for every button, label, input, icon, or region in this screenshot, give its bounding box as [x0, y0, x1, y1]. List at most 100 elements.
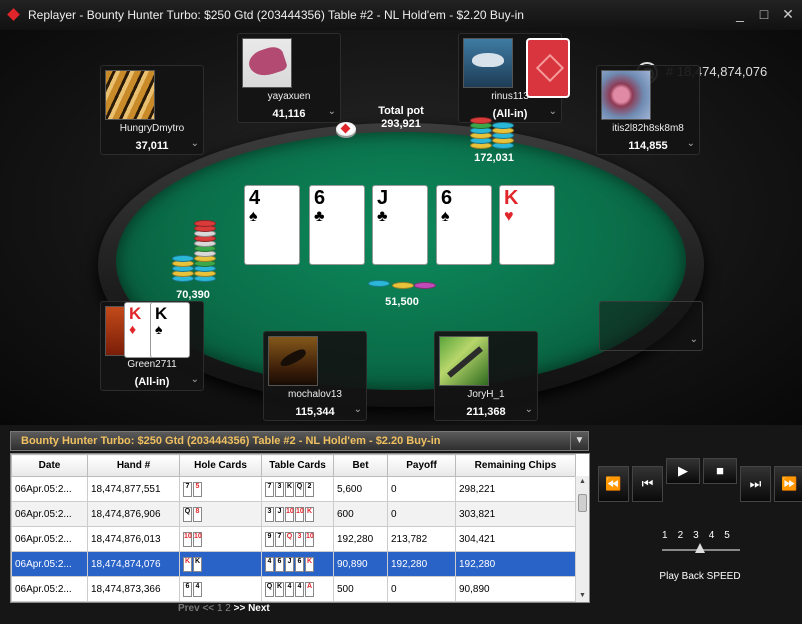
speed-tick: 5	[724, 530, 730, 541]
column-header[interactable]: Remaining Chips	[455, 454, 576, 477]
card-rank: K	[504, 187, 519, 209]
page-numbers[interactable]: 1 2	[217, 603, 231, 614]
dropdown-arrow-icon[interactable]: ▼	[570, 432, 588, 450]
mini-card: 5	[193, 481, 202, 497]
table-row[interactable]: 06Apr.05:2... 18,474,874,076 K K 4 6 J 6 K 90,890…	[11, 551, 576, 577]
rewind-button[interactable]: ⏪	[598, 466, 629, 502]
step-forward-button[interactable]: ⏭	[740, 466, 771, 502]
remaining-chips-cell: 298,221	[455, 476, 576, 502]
chip-icon	[470, 117, 492, 124]
board-card: 6 ♠	[436, 185, 492, 265]
close-button[interactable]: ✕	[780, 6, 796, 22]
fast-forward-button[interactable]: ⏩	[774, 466, 802, 502]
bet-cell: 90,890	[333, 551, 388, 577]
step-back-button[interactable]: ⏮	[632, 466, 663, 502]
player-stack: 41,116	[272, 108, 306, 120]
speed-slider-thumb[interactable]	[695, 543, 705, 553]
mini-card: 3	[295, 531, 304, 547]
total-pot: Total pot 293,921	[360, 105, 442, 131]
mini-card: 9	[265, 531, 274, 547]
player-name: yayaxuen	[267, 91, 311, 102]
mini-card: 4	[193, 581, 202, 597]
hole-cards-cell: 64	[179, 576, 262, 602]
seat-yayaxuen[interactable]: yayaxuen 41,116 ⌄	[237, 33, 341, 123]
scroll-down-icon[interactable]: ▼	[576, 590, 589, 602]
tiger-avatar	[105, 70, 155, 120]
column-header[interactable]: Payoff	[387, 454, 456, 477]
chip-icon	[392, 282, 414, 289]
card-rank: J	[377, 187, 389, 209]
mini-card: 6	[275, 556, 284, 572]
mini-card: 4	[265, 556, 274, 572]
column-header[interactable]: Table Cards	[261, 454, 334, 477]
chip-icon	[414, 282, 436, 289]
remaining-chips-cell: 90,890	[455, 576, 576, 602]
hand-history-table: Date Hand # Hole Cards Table Cards Bet P…	[10, 453, 590, 603]
mini-card: Q	[295, 481, 304, 497]
card-suit: ♠	[155, 321, 163, 337]
column-header[interactable]: Bet	[333, 454, 388, 477]
playback-controls: ⏪ ⏮ ▶ ■ ⏭ ⏩	[598, 458, 802, 502]
table-row[interactable]: 06Apr.05:2... 18,474,876,906 Q 8 3 J 10 10 K 600 0…	[11, 501, 576, 527]
window-controls: _ □ ✕	[732, 6, 796, 22]
minimize-button[interactable]: _	[732, 6, 748, 22]
hand-number-cell: 18,474,876,013	[87, 526, 180, 552]
mini-card: K	[305, 506, 314, 522]
scroll-up-icon[interactable]: ▲	[576, 476, 589, 488]
mini-card: K	[183, 556, 192, 572]
player-name: JoryH_1	[467, 389, 505, 400]
payoff-cell: 0	[387, 476, 456, 502]
pot-label: Total pot	[378, 105, 424, 117]
table-row[interactable]: 06Apr.05:2... 18,474,873,366 6 4 Q K 4 4 A 500 0 90…	[11, 576, 576, 602]
mini-card: 6	[183, 581, 192, 597]
mini-card: Q	[183, 506, 192, 522]
card-rank: 4	[249, 187, 261, 209]
play-button[interactable]: ▶	[666, 458, 700, 484]
seat-joryh1[interactable]: JoryH_1 211,368 ⌄	[434, 331, 538, 421]
chip-icon	[194, 220, 216, 227]
table-cards-cell: 73KQ2	[261, 476, 334, 502]
stop-button[interactable]: ■	[703, 458, 737, 484]
hole-card: K ♠	[150, 302, 190, 358]
hole-cards-cell: 75	[179, 476, 262, 502]
mini-card: 7	[183, 481, 192, 497]
chevron-down-icon[interactable]: ⌄	[354, 404, 362, 415]
chevron-down-icon[interactable]: ⌄	[191, 138, 199, 149]
chevron-down-icon[interactable]: ⌄	[549, 106, 557, 117]
empty-seat[interactable]: ⌄	[599, 301, 703, 351]
speed-tick: 1	[662, 530, 668, 541]
column-header[interactable]: Date	[11, 454, 88, 477]
chevron-down-icon[interactable]: ⌄	[687, 138, 695, 149]
chevron-down-icon[interactable]: ⌄	[690, 334, 698, 345]
mini-card: K	[305, 556, 314, 572]
chevron-down-icon[interactable]: ⌄	[525, 404, 533, 415]
board-card: K ♥	[499, 185, 555, 265]
board-card: 4 ♠	[244, 185, 300, 265]
seat-hungrydmytro[interactable]: HungryDmytro 37,011 ⌄	[100, 65, 204, 155]
chip-icon	[492, 122, 514, 129]
flower-avatar	[601, 70, 651, 120]
seat-itis2l82h8sk8m8[interactable]: itis2l82h8sk8m8 114,855 ⌄	[596, 65, 700, 155]
card-suit: ♣	[377, 208, 388, 225]
bet-cell: 192,280	[333, 526, 388, 552]
chevron-down-icon[interactable]: ⌄	[328, 106, 336, 117]
maximize-button[interactable]: □	[756, 6, 772, 22]
seat-mochalov13[interactable]: mochalov13 115,344 ⌄	[263, 331, 367, 421]
table-row[interactable]: 06Apr.05:2... 18,474,877,551 7 5 7 3 K Q 2 5,600 0…	[11, 476, 576, 502]
date-cell: 06Apr.05:2...	[11, 576, 88, 602]
scrollbar[interactable]: ▲ ▼	[575, 476, 589, 602]
scroll-thumb[interactable]	[578, 494, 587, 512]
mini-card: 8	[193, 506, 202, 522]
table-cards-cell: QK44A	[261, 576, 334, 602]
bet-cell: 600	[333, 501, 388, 527]
mini-card: 3	[265, 506, 274, 522]
payoff-cell: 0	[387, 576, 456, 602]
chevron-down-icon[interactable]: ⌄	[191, 374, 199, 385]
column-header[interactable]: Hole Cards	[179, 454, 262, 477]
table-row[interactable]: 06Apr.05:2... 18,474,876,013 10 10 9 7 Q 3 10 192…	[11, 526, 576, 552]
next-page-link[interactable]: >> Next	[234, 603, 270, 614]
prev-page-link[interactable]: Prev <<	[178, 603, 214, 614]
payoff-cell: 192,280	[387, 551, 456, 577]
hand-number-cell: 18,474,873,366	[87, 576, 180, 602]
column-header[interactable]: Hand #	[87, 454, 180, 477]
